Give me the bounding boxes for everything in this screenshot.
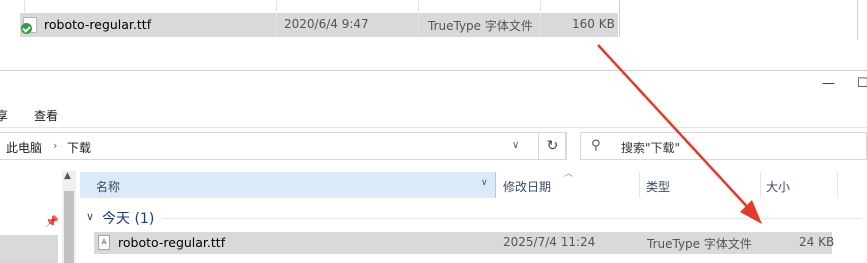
annotation-arrow (597, 44, 762, 224)
arrow-shaft (597, 44, 753, 213)
